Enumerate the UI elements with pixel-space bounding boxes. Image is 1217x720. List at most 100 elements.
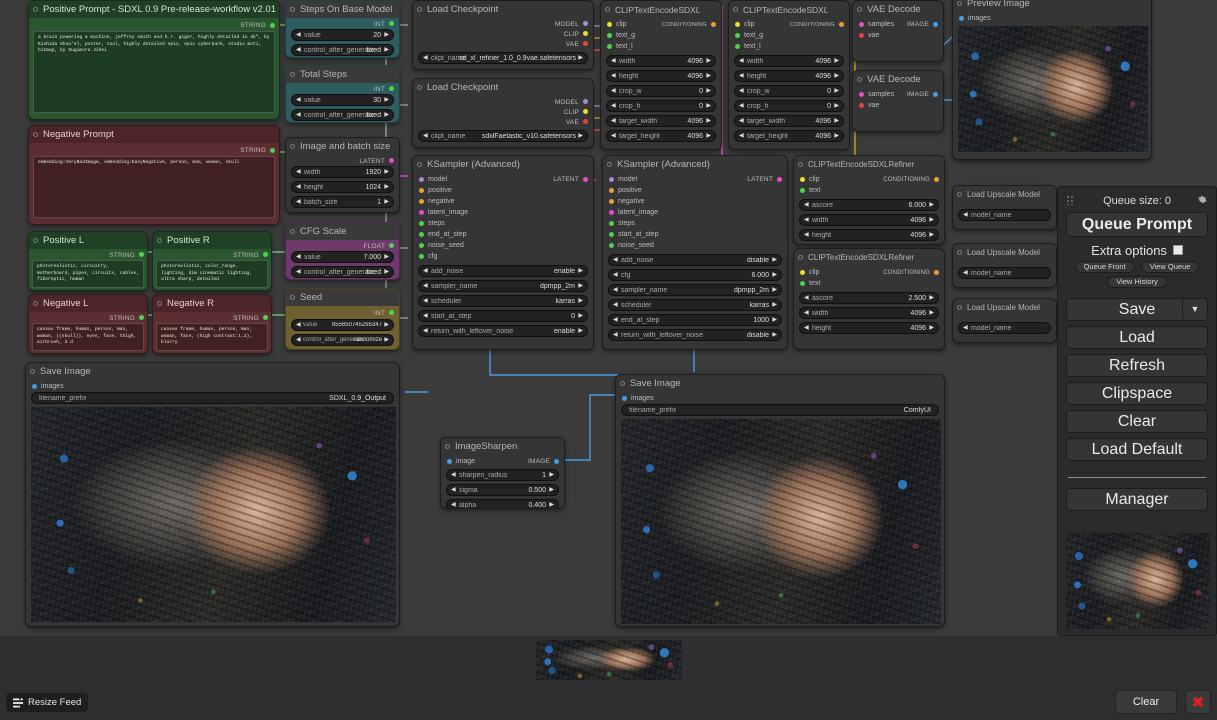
output-slot-latent[interactable]: LATENT [291,156,394,166]
increment-icon[interactable]: ▶ [834,73,839,79]
widget-control-after-generate[interactable]: ◀ control_after_generate randomize ▶ [291,334,394,346]
widget-sharpen-radius[interactable]: ◀ sharpen_radius 1 ▶ [446,469,559,481]
save-dropdown-caret-icon[interactable]: ▼ [1182,298,1208,321]
output-slot-model[interactable]: MODEL [418,19,588,29]
collapse-icon[interactable] [157,238,162,243]
input-slot-images[interactable]: images [621,393,939,404]
widget-width[interactable]: ◀ width 1920 ▶ [291,166,394,178]
collapse-icon[interactable] [607,162,612,167]
input-slot-steps[interactable]: steps [418,218,588,229]
collapse-icon[interactable] [290,295,295,300]
output-slot-int[interactable]: INT [291,307,394,319]
clear-feed-button[interactable]: Clear [1115,690,1177,714]
widget-add-noise[interactable]: ◀ add_noise enable ▶ [418,265,588,277]
decrement-icon[interactable]: ◀ [739,133,744,139]
previous-icon[interactable]: ◀ [613,257,618,263]
decrement-icon[interactable]: ◀ [296,269,301,275]
widget-ascore[interactable]: ◀ ascore 6.000 ▶ [799,199,939,211]
collapse-icon[interactable] [798,255,803,260]
increment-icon[interactable]: ▶ [384,169,389,175]
queue-front-button[interactable]: Queue Front [1074,261,1135,273]
input-slot-negative[interactable]: negative [608,196,782,207]
output-slot-clip[interactable]: CLIP [418,29,588,39]
increment-icon[interactable]: ▶ [384,199,389,205]
widget-model-name[interactable]: ◀ model_name [958,322,1051,334]
node-ksampler-advanced-refiner[interactable]: KSampler (Advanced) LATENT model positiv… [602,155,788,350]
collapse-icon[interactable] [290,144,295,149]
widget-alpha[interactable]: ◀ alpha 0.400 ▶ [446,499,559,508]
increment-icon[interactable]: ▶ [549,487,554,493]
positive-l-text[interactable]: photorealistic, circuitry, motherboard, … [32,260,144,288]
widget-control-after-generate[interactable]: ◀ control_after_generate fixed ▶ [291,44,394,56]
decrement-icon[interactable]: ◀ [611,88,616,94]
widget-scheduler[interactable]: ◀ scheduler karras ▶ [608,299,782,311]
input-slot-latent-image[interactable]: latent_image [418,207,588,218]
widget-sampler-name[interactable]: ◀ sampler_name dpmpp_2m ▶ [608,284,782,296]
input-slot-negative[interactable]: negative [418,196,588,207]
input-slot-steps[interactable]: steps [608,218,782,229]
previous-icon[interactable]: ◀ [423,283,428,289]
previous-icon[interactable]: ◀ [423,55,428,61]
collapse-icon[interactable] [290,72,295,77]
node-cfg-scale[interactable]: CFG Scale FLOAT ◀ value 7.000 ▶ ◀ contro… [285,222,400,280]
collapse-icon[interactable] [957,250,962,255]
input-slot-text-g[interactable]: text_g [734,30,844,41]
previous-icon[interactable]: ◀ [423,298,428,304]
node-load-upscale-model-1[interactable]: Load Upscale Model ◀ model_name [952,185,1057,230]
increment-icon[interactable]: ▶ [929,310,934,316]
node-preview-image[interactable]: Preview Image images [952,0,1152,160]
next-icon[interactable]: ▶ [578,283,583,289]
increment-icon[interactable]: ▶ [384,184,389,190]
negative-r-text[interactable]: canvas frame, human, person, man, woman,… [156,323,268,351]
output-slot-string[interactable]: STRING [32,313,144,323]
increment-icon[interactable]: ▶ [834,103,839,109]
increment-icon[interactable]: ▶ [929,325,934,331]
previous-icon[interactable]: ◀ [423,328,428,334]
extra-options-row[interactable]: Extra options [1066,241,1208,259]
widget-width[interactable]: ◀ width 4096 ▶ [606,55,716,67]
input-slot-clip[interactable]: clip [734,19,755,30]
widget-cfg[interactable]: ◀ cfg 6.000 ▶ [608,269,782,281]
next-icon[interactable]: ▶ [578,268,583,274]
queue-prompt-button[interactable]: Queue Prompt [1066,212,1208,237]
widget-width[interactable]: ◀ width 4096 ▶ [799,307,939,319]
input-slot-positive[interactable]: positive [418,185,588,196]
increment-icon[interactable]: ▶ [549,502,554,508]
collapse-icon[interactable] [605,7,610,12]
output-slot-string[interactable]: STRING [156,313,268,323]
collapse-icon[interactable] [30,369,35,374]
negative-l-text[interactable]: canvas frame, human, person, man, woman,… [32,323,144,351]
decrement-icon[interactable]: ◀ [739,58,744,64]
increment-icon[interactable]: ▶ [929,202,934,208]
output-slot-string[interactable]: STRING [156,250,268,260]
decrement-icon[interactable]: ◀ [451,502,456,508]
input-slot-model[interactable]: model [418,174,447,185]
increment-icon[interactable]: ▶ [706,73,711,79]
widget-crop-w[interactable]: ◀ crop_w 0 ▶ [606,85,716,97]
decrement-icon[interactable]: ◀ [296,97,301,103]
output-slot-vae[interactable]: VAE [418,117,588,127]
collapse-icon[interactable] [798,162,803,167]
node-save-image-1[interactable]: Save Image images filename_prefix SDXL_0… [25,362,400,627]
output-slot-conditioning[interactable]: CONDITIONING [799,267,939,278]
refresh-button[interactable]: Refresh [1066,354,1208,377]
decrement-icon[interactable]: ◀ [296,184,301,190]
increment-icon[interactable]: ▶ [384,269,389,275]
output-slot-float[interactable]: FLOAT [291,241,394,251]
collapse-icon[interactable] [957,192,962,197]
input-slot-clip[interactable]: clip [799,174,820,185]
input-slot-images[interactable]: images [958,13,1146,24]
widget-target-height[interactable]: ◀ target_height 4096 ▶ [606,130,716,142]
widget-height[interactable]: ◀ height 4096 ▶ [799,229,939,241]
widget-return-with-leftover-noise[interactable]: ◀ return_with_leftover_noise enable ▶ [418,325,588,337]
node-cliptextencodesdxl-1[interactable]: CLIPTextEncodeSDXL CONDITIONING clip tex… [600,0,722,150]
input-slot-cfg[interactable]: cfg [418,251,588,262]
widget-ckpt-name[interactable]: ◀ ckpt_name sdxlFaetastic_v10.safetensor… [418,130,588,142]
decrement-icon[interactable]: ◀ [613,317,618,323]
collapse-icon[interactable] [620,381,625,386]
input-slot-text[interactable]: text [799,278,939,289]
next-icon[interactable]: ▶ [578,328,583,334]
decrement-icon[interactable]: ◀ [296,199,301,205]
widget-height[interactable]: ◀ height 4096 ▶ [799,322,939,334]
node-cliptextencodesdxl-2[interactable]: CLIPTextEncodeSDXL CONDITIONING clip tex… [728,0,850,150]
